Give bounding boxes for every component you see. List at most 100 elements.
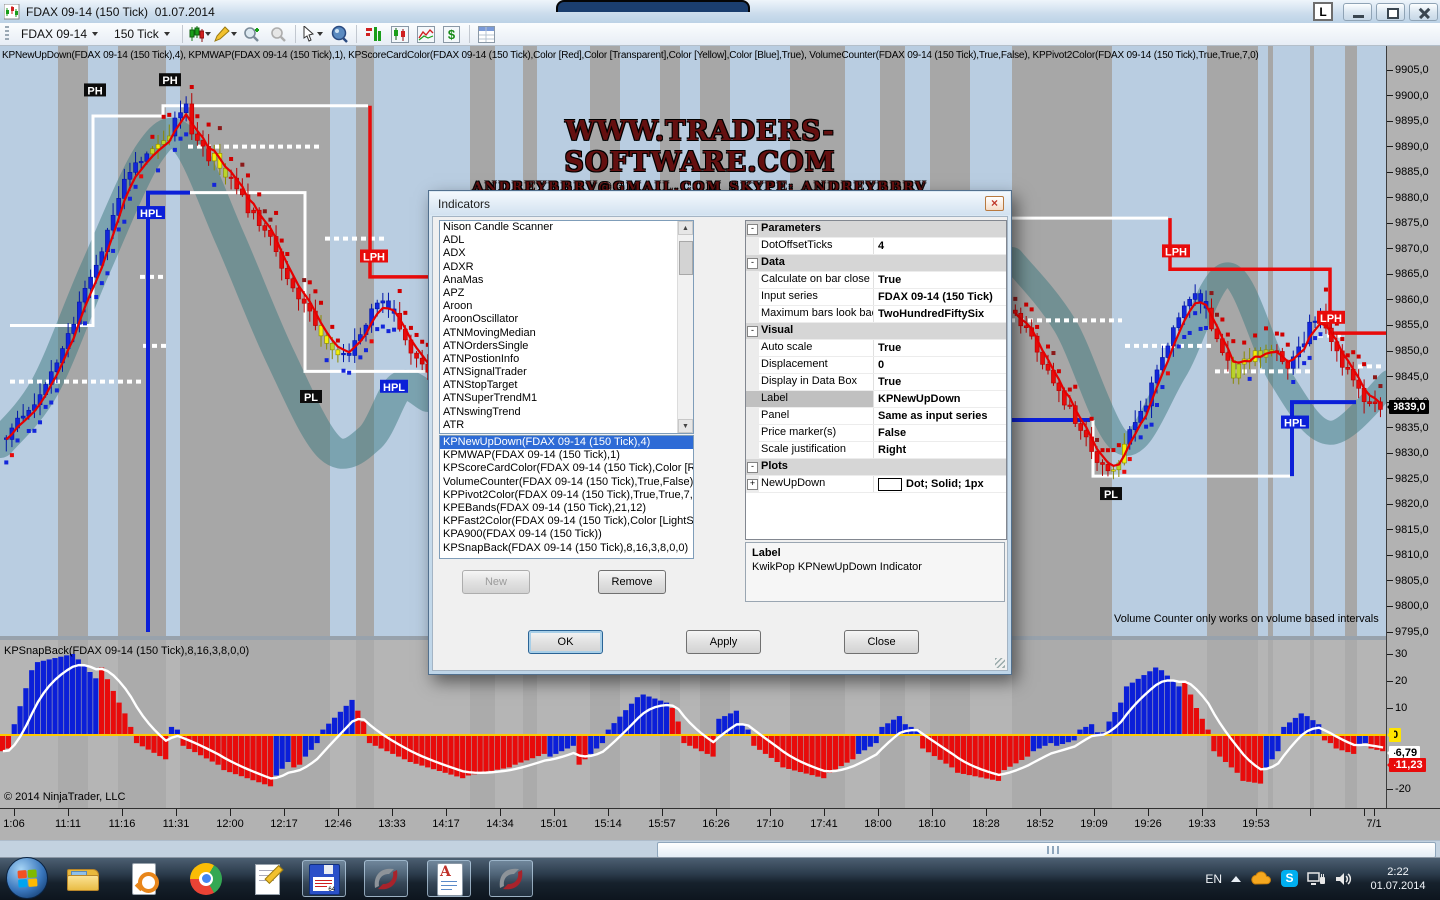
collapse-icon[interactable]: - [747, 326, 758, 337]
instrument-select[interactable]: FDAX 09-14 [14, 24, 105, 44]
grid-value[interactable]: Right [874, 442, 1006, 458]
taskbar-item-search[interactable] [122, 860, 166, 897]
grid-row-calculate-on-bar-close[interactable]: Calculate on bar closeTrue [746, 272, 1006, 289]
toolbar-grip[interactable] [5, 26, 9, 42]
list-item[interactable]: ATR [440, 419, 693, 432]
list-item[interactable]: AnaMas [440, 274, 693, 287]
grid-row-scale-justification[interactable]: Scale justificationRight [746, 442, 1006, 459]
taskbar-item-ninjatrader[interactable] [364, 860, 408, 897]
grid-value[interactable]: Same as input series [874, 408, 1006, 424]
grid-section-visual[interactable]: -Visual [746, 323, 1006, 340]
list-item[interactable]: ATNPostionInfo [440, 353, 693, 366]
list-item[interactable]: ATNSignalTrader [440, 366, 693, 379]
chart-style-button[interactable] [188, 24, 212, 44]
taskbar-item-explorer[interactable] [60, 860, 104, 897]
price-axis[interactable]: 9905,09900,09895,09890,09885,09880,09875… [1386, 46, 1440, 808]
grid-section-plots[interactable]: -Plots [746, 459, 1006, 476]
zoom-in-button[interactable] [240, 24, 264, 44]
taskbar-clock[interactable]: 2:22 01.07.2014 [1362, 865, 1434, 893]
draw-button[interactable] [214, 24, 238, 44]
list-item[interactable]: ADX [440, 247, 693, 260]
skype-icon[interactable]: S [1281, 870, 1298, 887]
grid-section-parameters[interactable]: -Parameters [746, 221, 1006, 238]
available-indicators-list[interactable]: Nison Candle ScannerADLADXADXRAnaMasAPZA… [439, 220, 694, 434]
plot-color-swatch[interactable] [878, 478, 902, 491]
grid-value[interactable]: TwoHundredFiftySix [874, 306, 1006, 322]
close-dialog-button[interactable]: Close [844, 630, 919, 654]
apply-button[interactable]: Apply [686, 630, 761, 654]
grid-value[interactable]: 4 [874, 238, 1006, 254]
line-panel-button[interactable] [414, 24, 438, 44]
collapse-icon[interactable]: - [747, 224, 758, 235]
configured-item[interactable]: KPEBands(FDAX 09-14 (150 Tick),21,12) [440, 502, 693, 515]
configured-item[interactable]: KPMWAP(FDAX 09-14 (150 Tick),1) [440, 449, 693, 462]
list-item[interactable]: ADXR [440, 261, 693, 274]
remove-button[interactable]: Remove [598, 570, 666, 594]
scroll-up-icon[interactable]: ▲ [678, 221, 693, 235]
list-item[interactable]: ATNMovingMedian [440, 327, 693, 340]
ok-button[interactable]: OK [528, 630, 603, 654]
resize-grip[interactable] [995, 658, 1005, 668]
cloud-icon[interactable] [1250, 871, 1272, 887]
bars-panel-button[interactable] [362, 24, 386, 44]
grid-row-panel[interactable]: PanelSame as input series [746, 408, 1006, 425]
taskbar-item-floppy[interactable]: 64 [302, 860, 346, 897]
grid-panel-button[interactable] [475, 24, 499, 44]
account-button[interactable]: $ [440, 24, 464, 44]
grid-value[interactable]: True [874, 374, 1006, 390]
list-item[interactable]: ATNOrdersSingle [440, 340, 693, 353]
taskbar-item-notepad[interactable] [246, 860, 290, 897]
collapse-icon[interactable]: - [747, 462, 758, 473]
tray-expand-icon[interactable] [1231, 876, 1241, 882]
taskbar-item-document[interactable]: A [427, 860, 471, 897]
dialog-title-bar[interactable]: Indicators × [430, 192, 1010, 215]
taskbar-item-ninjatrader-2[interactable] [489, 860, 533, 897]
grid-value[interactable]: KPNewUpDown [874, 391, 1006, 407]
configured-indicators-list[interactable]: KPNewUpDown(FDAX 09-14 (150 Tick),4)KPMW… [439, 435, 694, 559]
grid-value[interactable]: True [874, 340, 1006, 356]
minimize-button[interactable] [1343, 3, 1372, 21]
grid-value[interactable]: False [874, 425, 1006, 441]
taskbar-item-chrome[interactable] [184, 860, 228, 897]
scroll-down-icon[interactable]: ▼ [678, 419, 693, 433]
grid-row-input-series[interactable]: Input seriesFDAX 09-14 (150 Tick) [746, 289, 1006, 306]
list-scrollbar[interactable]: ▲ ▼ [677, 221, 693, 433]
grid-value[interactable]: Dot; Solid; 1px [874, 476, 1006, 492]
new-button[interactable]: New [462, 570, 530, 594]
grid-value[interactable]: True [874, 272, 1006, 288]
list-item[interactable]: ATNswingTrend [440, 406, 693, 419]
list-item[interactable]: APZ [440, 287, 693, 300]
l-button[interactable]: L [1313, 2, 1333, 21]
grid-row-newupdown[interactable]: +NewUpDownDot; Solid; 1px [746, 476, 1006, 493]
configured-item[interactable]: KPNewUpDown(FDAX 09-14 (150 Tick),4) [440, 436, 693, 449]
configured-item[interactable]: KPFast2Color(FDAX 09-14 (150 Tick),Color… [440, 515, 693, 528]
configured-item[interactable]: KPA900(FDAX 09-14 (150 Tick)) [440, 528, 693, 541]
list-item[interactable]: Aroon [440, 300, 693, 313]
grid-row-maximum-bars-look-back[interactable]: Maximum bars look backTwoHundredFiftySix [746, 306, 1006, 323]
grid-row-label[interactable]: LabelKPNewUpDown [746, 391, 1006, 408]
grid-row-display-in-data-box[interactable]: Display in Data BoxTrue [746, 374, 1006, 391]
grid-value[interactable]: FDAX 09-14 (150 Tick) [874, 289, 1006, 305]
list-item[interactable]: Nison Candle Scanner [440, 221, 693, 234]
grid-value[interactable]: 0 [874, 357, 1006, 373]
horizontal-scrollbar[interactable] [0, 840, 1440, 858]
expand-icon[interactable]: + [747, 479, 758, 490]
time-axis[interactable]: 1:0611:1111:1611:3112:0012:1712:4613:331… [0, 808, 1440, 841]
list-item[interactable]: ATNStopTarget [440, 379, 693, 392]
start-button[interactable] [6, 857, 48, 899]
grid-row-dotoffsetticks[interactable]: DotOffsetTicks4 [746, 238, 1006, 255]
language-indicator[interactable]: EN [1205, 872, 1222, 886]
interval-select[interactable]: 150 Tick [107, 24, 177, 44]
list-item[interactable]: ATNSuperTrendM1 [440, 392, 693, 405]
collapse-icon[interactable]: - [747, 258, 758, 269]
close-button[interactable] [1409, 3, 1438, 21]
configured-item[interactable]: KPScoreCardColor(FDAX 09-14 (150 Tick),C… [440, 462, 693, 475]
configured-item[interactable]: KPPivot2Color(FDAX 09-14 (150 Tick),True… [440, 489, 693, 502]
grid-row-displacement[interactable]: Displacement0 [746, 357, 1006, 374]
configured-item[interactable]: KPSnapBack(FDAX 09-14 (150 Tick),8,16,3,… [440, 542, 693, 555]
grid-section-data[interactable]: -Data [746, 255, 1006, 272]
data-box-button[interactable] [327, 24, 351, 44]
scrollbar-thumb[interactable] [657, 842, 1436, 858]
speaker-icon[interactable] [1335, 871, 1353, 887]
network-icon[interactable] [1307, 871, 1326, 887]
